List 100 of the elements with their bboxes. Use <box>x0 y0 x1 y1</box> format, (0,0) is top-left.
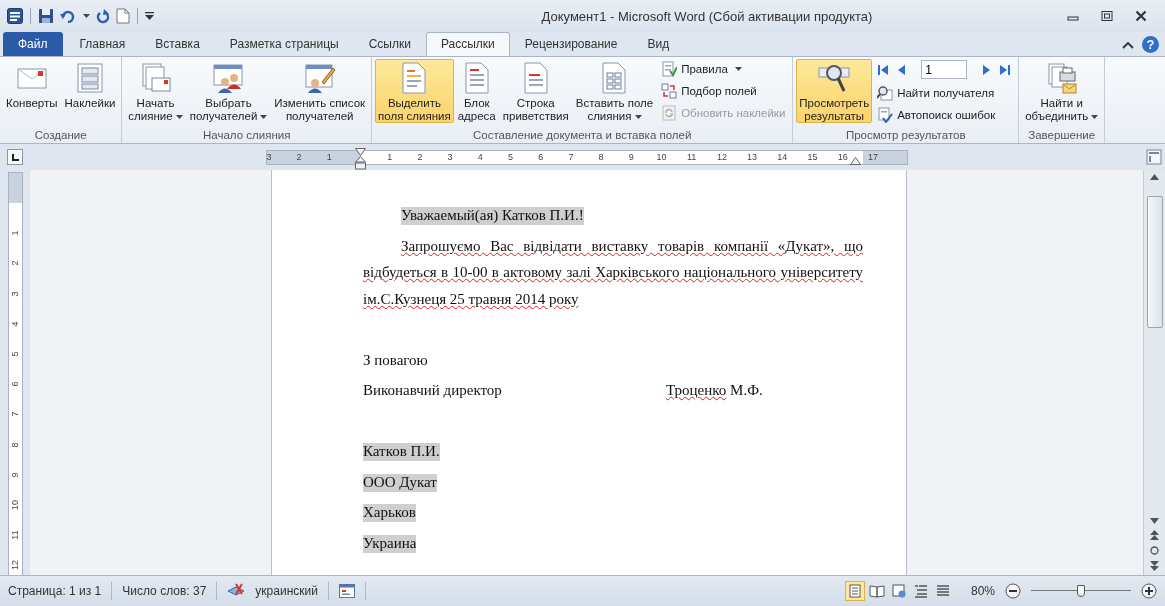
group-label: Завершение <box>1027 128 1097 143</box>
first-line-indent-marker-icon[interactable] <box>354 147 366 156</box>
customize-caret-icon[interactable] <box>145 12 154 20</box>
document-paragraph: Харьков <box>363 503 417 524</box>
tab-stop-selector[interactable] <box>7 149 23 165</box>
last-record-icon[interactable] <box>999 63 1012 76</box>
outline-icon <box>912 583 929 599</box>
collapse-ribbon-icon[interactable] <box>1122 40 1134 49</box>
ruler-number: 3 <box>447 150 453 164</box>
ruler-number: 9 <box>628 150 634 164</box>
ribbon-button[interactable]: Выбрать получателей <box>186 59 271 123</box>
scroll-down-icon[interactable] <box>1150 518 1159 524</box>
record-number-field[interactable]: 1 <box>921 60 968 79</box>
app-icon[interactable] <box>7 8 23 24</box>
edit-list-icon <box>303 62 336 94</box>
ruler-number: 5 <box>9 350 21 359</box>
ruler-number: 6 <box>538 150 544 164</box>
caret-icon <box>734 66 742 71</box>
ruler-number: 9 <box>9 471 21 480</box>
ribbon-button[interactable]: Наклейки <box>61 59 119 123</box>
next-page-icon[interactable] <box>1150 561 1159 571</box>
ruler-toggle-icon[interactable] <box>1146 149 1162 165</box>
vertical-scrollbar[interactable] <box>1143 170 1165 575</box>
ribbon-tab[interactable]: Рассылки <box>425 32 510 57</box>
find-recipient-icon <box>877 84 894 101</box>
caret-icon <box>175 114 183 119</box>
language-indicator[interactable]: украинский <box>255 584 318 598</box>
close-icon[interactable] <box>1135 10 1147 22</box>
file-tab[interactable]: Файл <box>3 32 63 56</box>
scroll-up-icon[interactable] <box>1150 174 1159 180</box>
scroll-thumb[interactable] <box>1146 196 1163 328</box>
web-layout-icon <box>890 583 907 599</box>
ruler-number: 7 <box>568 150 574 164</box>
ribbon-button[interactable]: Найти и объединить <box>1022 59 1102 123</box>
previous-page-icon[interactable] <box>1150 530 1159 540</box>
document-paragraph: Украина <box>363 533 418 555</box>
redo-icon[interactable] <box>95 8 111 24</box>
people-list-icon <box>212 62 245 94</box>
ribbon-button[interactable]: Блок адреса <box>454 59 499 123</box>
zoom-level[interactable]: 80% <box>970 584 995 598</box>
zoom-in-icon[interactable] <box>1141 583 1157 599</box>
ribbon-tab[interactable]: Главная <box>64 32 141 56</box>
ribbon-button[interactable]: Выделить поля слияния <box>375 59 454 123</box>
ruler-number: 13 <box>747 150 758 164</box>
ribbon-button[interactable]: Вставить поле слияния <box>572 59 657 123</box>
undo-icon[interactable] <box>59 8 75 24</box>
ruler-number: 17 <box>867 150 878 164</box>
ruler-margin-band <box>8 173 22 203</box>
refresh-icon <box>661 104 678 121</box>
rules-icon <box>661 60 678 77</box>
ribbon-button[interactable]: Просмотреть результаты <box>796 59 873 123</box>
window-title: Документ1 - Microsoft Word (Сбой активации продукта) <box>540 8 874 24</box>
ribbon-button[interactable]: Изменить список получателей <box>271 59 369 123</box>
ribbon-command[interactable]: Автопоиск ошибок <box>877 105 1012 124</box>
zoom-slider[interactable] <box>1031 584 1131 598</box>
group-label: Начало слияния <box>202 128 292 143</box>
zoom-slider-thumb[interactable] <box>1077 585 1085 597</box>
document-paragraph: Катков П.И. <box>363 442 441 463</box>
ribbon-tab[interactable]: Вид <box>632 32 685 56</box>
ruler-number: 11 <box>9 529 21 542</box>
reading-view-icon <box>868 583 885 599</box>
caret-icon <box>83 14 90 18</box>
document-paragraph: З повагою <box>363 350 429 370</box>
ribbon-command[interactable]: Правила <box>661 59 786 78</box>
page-count[interactable]: Страница: 1 из 1 <box>8 584 102 598</box>
ruler-number: 4 <box>477 150 483 164</box>
right-indent-marker-icon[interactable] <box>849 156 861 165</box>
ruler-number: 10 <box>656 150 667 164</box>
document-paragraph: Уважаемый(ая) Катков П.И.! <box>400 206 585 227</box>
ribbon-command[interactable]: Найти получателя <box>877 83 1012 102</box>
ribbon-command[interactable]: Подбор полей <box>661 81 786 100</box>
ribbon-button[interactable]: Начать слияние <box>125 59 186 123</box>
browse-object-icon[interactable] <box>1150 546 1159 555</box>
group-label: Создание <box>33 128 88 143</box>
ribbon-tab[interactable]: Вставка <box>140 32 215 56</box>
caret-icon <box>634 114 642 119</box>
print-layout-icon <box>846 583 863 599</box>
hanging-indent-marker-icon[interactable] <box>354 155 366 170</box>
document-paragraph: Троценко М.Ф. <box>666 381 763 400</box>
new-document-icon[interactable] <box>116 8 130 24</box>
ruler-number: 5 <box>508 150 513 164</box>
word-count[interactable]: Число слов: 37 <box>122 584 207 598</box>
maximize-icon[interactable] <box>1101 10 1113 22</box>
ruler-number: 8 <box>598 150 604 164</box>
zoom-out-icon[interactable] <box>1005 583 1021 599</box>
save-icon[interactable] <box>38 8 54 24</box>
ribbon-button[interactable]: Конверты <box>3 59 61 123</box>
document-paragraph: Запрошуємо Вас відвідати виставку товарів компанії «Дукат», що відбудеться в 10-00 в актовому залі Харківського національного університету ім.С.Кузнеця 25 травня 2014 року <box>363 236 863 309</box>
ribbon-tab[interactable]: Рецензирование <box>509 32 633 56</box>
print-layout-button[interactable] <box>844 581 865 601</box>
caret-icon <box>1091 114 1099 119</box>
printer-documents-icon <box>1045 62 1078 94</box>
help-button[interactable]: ? <box>1142 36 1159 53</box>
ribbon-tab[interactable]: Разметка страницы <box>214 32 354 56</box>
ribbon-button[interactable]: Строка приветствия <box>499 59 572 123</box>
first-record-icon[interactable] <box>877 63 890 76</box>
caret-icon <box>260 114 268 119</box>
document-paragraph: Виконавчий директор <box>363 381 503 400</box>
ribbon-tab[interactable]: Ссылки <box>353 32 426 56</box>
macro-record-icon[interactable] <box>338 584 355 598</box>
